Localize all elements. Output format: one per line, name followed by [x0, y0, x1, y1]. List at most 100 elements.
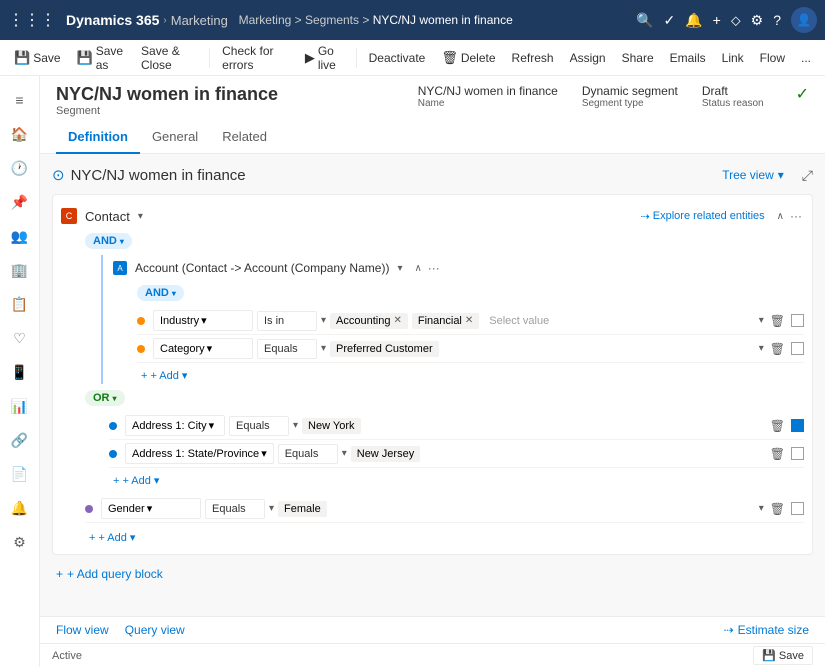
assign-button[interactable]: Assign [564, 47, 612, 69]
refresh-button[interactable]: Refresh [506, 47, 560, 69]
flow-view-link[interactable]: Flow view [56, 623, 109, 637]
builder-icon: ⊙ [52, 166, 65, 184]
state-field-select[interactable]: Address 1: State/Province ▾ [125, 443, 274, 464]
estimate-size-button[interactable]: ⇢ Estimate size [724, 623, 809, 637]
industry-checkbox[interactable] [791, 314, 804, 327]
sidebar-bell-icon[interactable]: 🔔 [4, 492, 36, 524]
meta-status-label: Status reason [702, 98, 764, 109]
city-operator-select[interactable]: Equals [229, 416, 289, 436]
sidebar-recent-icon[interactable]: 🕐 [4, 152, 36, 184]
delete-category-icon[interactable]: 🗑 [768, 340, 787, 358]
or-add-button[interactable]: + + Add ▾ [109, 472, 163, 489]
gender-op-chevron: ▾ [269, 503, 274, 514]
explore-icon: ⇢ [641, 210, 650, 223]
more-button[interactable]: ... [795, 47, 817, 69]
save-close-button[interactable]: Save & Close [135, 40, 203, 76]
and-logic-tag[interactable]: AND ▾ [85, 233, 132, 249]
category-field-select[interactable]: Category ▾ [153, 338, 253, 359]
divider [209, 48, 210, 68]
nav-module[interactable]: Marketing [171, 13, 228, 28]
tree-view-button[interactable]: Tree view ▾ [716, 166, 790, 184]
settings-icon[interactable]: ⚙ [751, 12, 764, 29]
go-live-button[interactable]: ▶ Go live [299, 40, 350, 76]
flow-button[interactable]: Flow [754, 47, 791, 69]
or-logic-tag[interactable]: OR ▾ [85, 390, 125, 406]
check-mark-icon: ✓ [796, 84, 809, 109]
entity-more-icon[interactable]: ··· [788, 207, 804, 225]
delete-gender-icon[interactable]: 🗑 [768, 500, 787, 518]
gender-checkbox[interactable] [791, 502, 804, 515]
tab-definition[interactable]: Definition [56, 123, 140, 154]
industry-field-select[interactable]: Industry ▾ [153, 310, 253, 331]
sidebar-heart-icon[interactable]: ♡ [4, 322, 36, 354]
collapse-icon[interactable]: ∧ [777, 211, 784, 222]
delete-state-icon[interactable]: 🗑 [768, 445, 787, 463]
sidebar-chart-icon[interactable]: 📊 [4, 390, 36, 422]
gender-operator-select[interactable]: Equals [205, 499, 265, 519]
explore-related-link[interactable]: ⇢ Explore related entities [641, 210, 765, 223]
nested-group-account: A Account (Contact -> Account (Company N… [101, 255, 804, 384]
state-chevron-icon: ▾ [261, 447, 267, 460]
and-chevron-icon: ▾ [120, 237, 124, 246]
category-operator-select[interactable]: Equals [257, 339, 317, 359]
sidebar-menu-icon[interactable]: ≡ [4, 84, 36, 116]
sidebar-mobile-icon[interactable]: 📱 [4, 356, 36, 388]
query-view-link[interactable]: Query view [125, 623, 185, 637]
add-query-block-button[interactable]: + + Add query block [52, 563, 813, 585]
deactivate-button[interactable]: Deactivate [363, 47, 432, 69]
view-links: Flow view Query view [56, 623, 185, 637]
category-checkbox[interactable] [791, 342, 804, 355]
state-checkbox[interactable] [791, 447, 804, 460]
sidebar-leads-icon[interactable]: 📋 [4, 288, 36, 320]
checkmark-icon[interactable]: ✓ [663, 12, 675, 29]
account-collapse-icon[interactable]: ∧ [414, 263, 421, 274]
account-chevron-icon[interactable]: ▾ [397, 263, 402, 274]
bell-icon[interactable]: 🔔 [685, 12, 702, 29]
city-field-select[interactable]: Address 1: City ▾ [125, 415, 225, 436]
state-operator-select[interactable]: Equals [278, 444, 338, 464]
sidebar-home-icon[interactable]: 🏠 [4, 118, 36, 150]
search-icon[interactable]: 🔍 [636, 12, 653, 29]
tab-related[interactable]: Related [210, 123, 279, 154]
entity-chevron-icon[interactable]: ▾ [138, 211, 143, 222]
meta-status-value: Draft [702, 84, 764, 98]
expand-icon[interactable]: ⤢ [802, 167, 813, 184]
select-value-placeholder[interactable]: Select value [483, 312, 555, 330]
city-checkbox[interactable] [791, 419, 804, 432]
check-errors-button[interactable]: Check for errors [216, 40, 295, 76]
link-button[interactable]: Link [716, 47, 750, 69]
tab-general[interactable]: General [140, 123, 210, 154]
entity-row-account: A Account (Contact -> Account (Company N… [113, 255, 804, 281]
waffle-menu-icon[interactable]: ⋮⋮⋮ [8, 10, 56, 30]
delete-button[interactable]: 🗑 Delete [435, 46, 501, 70]
emails-button[interactable]: Emails [664, 47, 712, 69]
sidebar-settings-icon[interactable]: ⚙ [4, 526, 36, 558]
meta-status: Draft Status reason [702, 84, 764, 109]
sidebar-accounts-icon[interactable]: 🏢 [4, 254, 36, 286]
entity-row-contact: C Contact ▾ ⇢ Explore related entities ∧… [61, 203, 804, 229]
condition-dot-gender [85, 505, 93, 513]
nested-and-tag[interactable]: AND ▾ [137, 285, 184, 301]
main-add-button[interactable]: + + Add ▾ [85, 529, 139, 546]
delete-city-icon[interactable]: 🗑 [768, 417, 787, 435]
save-as-button[interactable]: 💾 Save as [71, 40, 131, 76]
help-icon[interactable]: ? [773, 12, 781, 28]
sidebar-pinned-icon[interactable]: 📌 [4, 186, 36, 218]
add-icon[interactable]: + [713, 12, 721, 28]
remove-accounting-icon[interactable]: ✕ [393, 315, 401, 326]
sidebar-doc-icon[interactable]: 📄 [4, 458, 36, 490]
status-save-button[interactable]: 💾 Save [753, 646, 813, 665]
industry-operator-select[interactable]: Is in [257, 311, 317, 331]
save-button[interactable]: 💾 Save [8, 46, 67, 70]
delete-industry-icon[interactable]: 🗑 [768, 312, 787, 330]
sidebar-contacts-icon[interactable]: 👥 [4, 220, 36, 252]
sidebar-link-icon[interactable]: 🔗 [4, 424, 36, 456]
account-more-icon[interactable]: ··· [426, 259, 442, 277]
remove-financial-icon[interactable]: ✕ [465, 315, 473, 326]
user-avatar[interactable]: 👤 [791, 7, 817, 33]
nested-add-button[interactable]: + + Add ▾ [137, 367, 191, 384]
share-button[interactable]: Share [616, 47, 660, 69]
gender-field-select[interactable]: Gender ▾ [101, 498, 201, 519]
status-bar: Active 💾 Save [40, 643, 825, 667]
filter-icon[interactable]: ⬦ [731, 12, 741, 29]
